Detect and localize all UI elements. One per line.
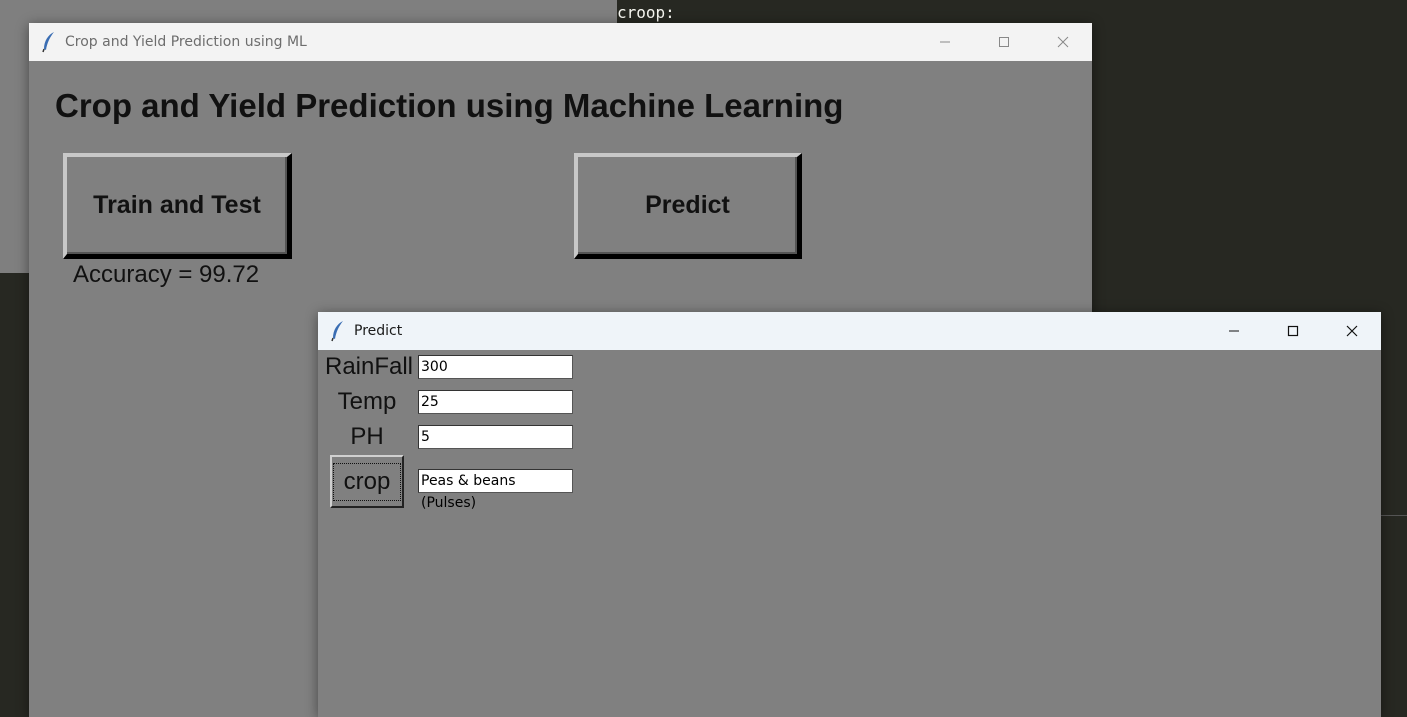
close-button[interactable] <box>1033 23 1092 61</box>
rainfall-input[interactable]: 300 <box>418 355 573 379</box>
close-icon <box>1057 36 1068 48</box>
feather-icon <box>328 319 348 343</box>
main-window-title: Crop and Yield Prediction using ML <box>65 34 307 50</box>
predict-window-title: Predict <box>354 323 403 339</box>
feather-icon <box>39 30 59 54</box>
maximize-button[interactable] <box>1263 312 1322 350</box>
temp-label: Temp <box>337 388 397 415</box>
predict-label: Predict <box>645 191 730 219</box>
terminal-output: croop: <box>617 3 675 22</box>
ph-label: PH <box>350 423 384 450</box>
temp-input[interactable]: 25 <box>418 390 573 414</box>
train-and-test-label: Train and Test <box>93 191 261 219</box>
crop-button-label: crop <box>332 462 402 501</box>
ph-input[interactable]: 5 <box>418 425 573 449</box>
crop-result-field[interactable]: Peas & beans (Pulses) <box>418 469 573 511</box>
terminal-divider <box>1381 515 1407 516</box>
minimize-button[interactable] <box>1204 312 1263 350</box>
predict-window: Predict RainFall 300 Temp 25 PH 5 crop P… <box>318 312 1381 717</box>
maximize-icon <box>998 37 1009 47</box>
train-and-test-button[interactable]: Train and Test <box>63 153 292 259</box>
minimize-icon <box>1228 330 1239 332</box>
close-button[interactable] <box>1322 312 1381 350</box>
page-title: Crop and Yield Prediction using Machine … <box>55 87 844 124</box>
predict-window-titlebar[interactable]: Predict <box>318 312 1381 350</box>
predict-button[interactable]: Predict <box>574 153 802 259</box>
main-window-titlebar[interactable]: Crop and Yield Prediction using ML <box>29 23 1092 61</box>
close-icon <box>1346 325 1357 337</box>
minimize-button[interactable] <box>915 23 974 61</box>
maximize-icon <box>1287 325 1298 337</box>
minimize-icon <box>939 41 950 43</box>
crop-button[interactable]: crop <box>330 455 404 508</box>
accuracy-label: Accuracy = 99.72 <box>73 261 260 288</box>
rainfall-label: RainFall <box>324 353 414 380</box>
maximize-button[interactable] <box>974 23 1033 61</box>
